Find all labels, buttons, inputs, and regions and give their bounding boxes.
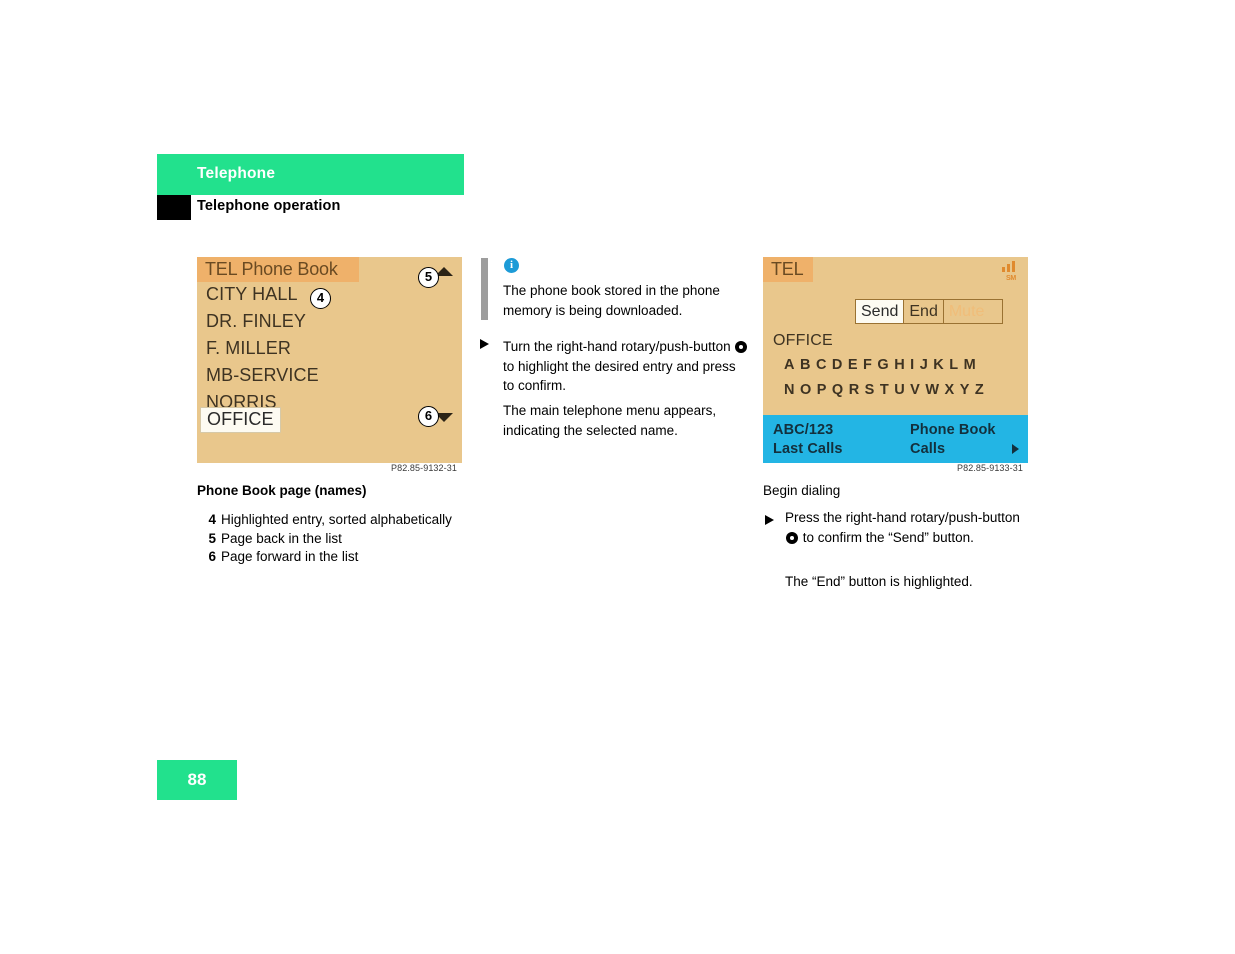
- signal-label: SM: [1006, 275, 1016, 282]
- callout-4: 4: [310, 288, 331, 309]
- step-result-right: The “End” button is highlighted.: [785, 574, 973, 589]
- alphabet-row-1[interactable]: ABCDEFGHIJKLM: [784, 357, 981, 373]
- display-menu-bar: ABC/123 Last Calls Phone Book Calls: [763, 415, 1028, 463]
- section-header: Telephone operation: [157, 195, 464, 220]
- step-instruction-middle: Turn the right-hand rotary/push-button t…: [503, 337, 749, 396]
- step-text-post: to highlight the desired entry and press…: [503, 358, 736, 394]
- phonebook-entry[interactable]: F. MILLER: [206, 338, 291, 359]
- legend-number: 6: [208, 549, 216, 564]
- right-figure-heading: Begin dialing: [763, 483, 841, 498]
- legend-text: Page back in the list: [221, 531, 342, 546]
- callout-5: 5: [418, 267, 439, 288]
- callout-6: 6: [418, 406, 439, 427]
- phonebook-entry-selected[interactable]: OFFICE: [200, 407, 281, 433]
- call-button-row: Send End Mute: [855, 299, 1003, 324]
- step-text-post: to confirm the “Send” button.: [802, 529, 974, 545]
- legend-item-5: 5 Page back in the list: [203, 530, 342, 549]
- display-title: TEL Phone Book: [205, 259, 338, 279]
- alphabet-row-2[interactable]: NOPQRSTUVWXYZ: [784, 382, 989, 398]
- menu-item-phone-book[interactable]: Phone Book: [910, 422, 996, 438]
- info-note-text: The phone book stored in the phone memor…: [503, 283, 720, 318]
- bullet-triangle-icon: [765, 515, 774, 525]
- right-image-code: P82.85-9133-31: [957, 463, 1023, 473]
- menu-item-last-calls[interactable]: Last Calls: [773, 441, 843, 457]
- signal-strength-icon: SM: [1002, 261, 1020, 282]
- legend-text: Highlighted entry, sorted alphabetically: [221, 512, 452, 527]
- selected-contact-name: OFFICE: [773, 332, 833, 349]
- end-button[interactable]: End: [904, 300, 944, 323]
- bullet-triangle-icon: [480, 339, 489, 349]
- step-instruction-right: Press the right-hand rotary/push-button …: [785, 508, 1023, 547]
- menu-next-arrow-icon[interactable]: [1012, 444, 1019, 454]
- phonebook-entry[interactable]: CITY HALL: [206, 284, 298, 305]
- step-text-pre: Turn the right-hand rotary/push-button: [503, 339, 731, 354]
- rotary-push-button-icon: [735, 341, 748, 353]
- legend-text: Page forward in the list: [221, 549, 359, 564]
- phonebook-entry[interactable]: MB-SERVICE: [206, 365, 319, 386]
- chapter-header-bar: Telephone: [157, 154, 464, 195]
- phone-book-display-figure: TEL Phone Book CITY HALL DR. FINLEY F. M…: [197, 257, 462, 463]
- display-title: TEL: [771, 259, 804, 279]
- tel-main-menu-display-figure: TEL SM Send End Mute OFFICE ABCDEFGHIJKL…: [763, 257, 1028, 463]
- step-text-pre: Press the right-hand rotary/push-button: [785, 510, 1020, 525]
- legend-number: 4: [208, 512, 216, 527]
- legend-number: 5: [208, 531, 216, 546]
- page-number-box: 88: [157, 760, 237, 800]
- section-title: Telephone operation: [197, 198, 341, 214]
- menu-item-calls[interactable]: Calls: [910, 441, 945, 457]
- left-image-code: P82.85-9132-31: [391, 463, 457, 473]
- info-icon: i: [504, 258, 519, 273]
- legend-item-6: 6 Page forward in the list: [203, 548, 358, 567]
- note-sidebar-rule: [481, 258, 488, 320]
- step-result-middle: The main telephone menu appears, indicat…: [503, 403, 717, 438]
- mute-button[interactable]: Mute: [943, 300, 1002, 323]
- send-button[interactable]: Send: [856, 300, 905, 323]
- rotary-push-button-icon: [786, 531, 798, 544]
- phonebook-entry[interactable]: DR. FINLEY: [206, 311, 306, 332]
- chapter-title: Telephone: [197, 165, 276, 182]
- section-marker-block: [157, 195, 191, 220]
- legend-item-4: 4 Highlighted entry, sorted alphabeticall…: [203, 511, 452, 530]
- page-number: 88: [187, 770, 207, 789]
- menu-item-abc123[interactable]: ABC/123: [773, 422, 833, 438]
- left-figure-caption: Phone Book page (names): [197, 483, 367, 498]
